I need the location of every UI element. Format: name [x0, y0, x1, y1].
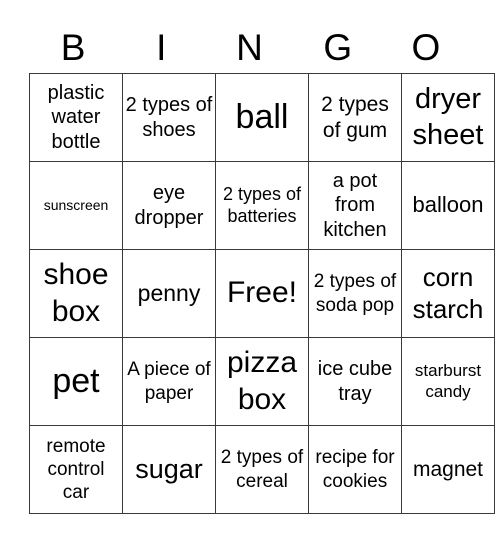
header-letter-b: B: [60, 27, 86, 68]
board-row: sunscreen eye dropper 2 types of batteri…: [29, 161, 495, 250]
bingo-cell[interactable]: eye dropper: [122, 161, 216, 250]
bingo-cell[interactable]: 2 types of cereal: [215, 425, 309, 514]
bingo-board: plastic water bottle 2 types of shoes ba…: [29, 73, 495, 514]
bingo-cell[interactable]: pet: [29, 337, 123, 426]
bingo-cell[interactable]: ice cube tray: [308, 337, 402, 426]
bingo-cell-free[interactable]: Free!: [215, 249, 309, 338]
board-row: plastic water bottle 2 types of shoes ba…: [29, 73, 495, 162]
bingo-cell[interactable]: sugar: [122, 425, 216, 514]
header-letter-o: O: [411, 27, 441, 68]
board-row: pet A piece of paper pizza box ice cube …: [29, 337, 495, 426]
bingo-cell[interactable]: 2 types of gum: [308, 73, 402, 162]
bingo-cell[interactable]: A piece of paper: [122, 337, 216, 426]
bingo-cell[interactable]: shoe box: [29, 249, 123, 338]
bingo-cell[interactable]: recipe for cookies: [308, 425, 402, 514]
bingo-cell[interactable]: ball: [215, 73, 309, 162]
bingo-cell[interactable]: magnet: [401, 425, 495, 514]
bingo-cell[interactable]: sunscreen: [29, 161, 123, 250]
bingo-cell[interactable]: a pot from kitchen: [308, 161, 402, 250]
bingo-cell[interactable]: 2 types of shoes: [122, 73, 216, 162]
bingo-cell[interactable]: remote control car: [29, 425, 123, 514]
bingo-cell[interactable]: dryer sheet: [401, 73, 495, 162]
board-row: remote control car sugar 2 types of cere…: [29, 425, 495, 514]
board-row: shoe box penny Free! 2 types of soda pop…: [29, 249, 495, 338]
header-letter-g: G: [323, 27, 353, 68]
bingo-cell[interactable]: corn starch: [401, 249, 495, 338]
header-letter-i: I: [156, 27, 167, 68]
bingo-cell[interactable]: balloon: [401, 161, 495, 250]
bingo-cell[interactable]: 2 types of soda pop: [308, 249, 402, 338]
bingo-cell[interactable]: pizza box: [215, 337, 309, 426]
bingo-cell[interactable]: plastic water bottle: [29, 73, 123, 162]
bingo-cell[interactable]: penny: [122, 249, 216, 338]
bingo-header: B I N G O: [29, 24, 470, 72]
bingo-cell[interactable]: 2 types of batteries: [215, 161, 309, 250]
header-letter-n: N: [236, 27, 263, 68]
bingo-cell[interactable]: starburst candy: [401, 337, 495, 426]
